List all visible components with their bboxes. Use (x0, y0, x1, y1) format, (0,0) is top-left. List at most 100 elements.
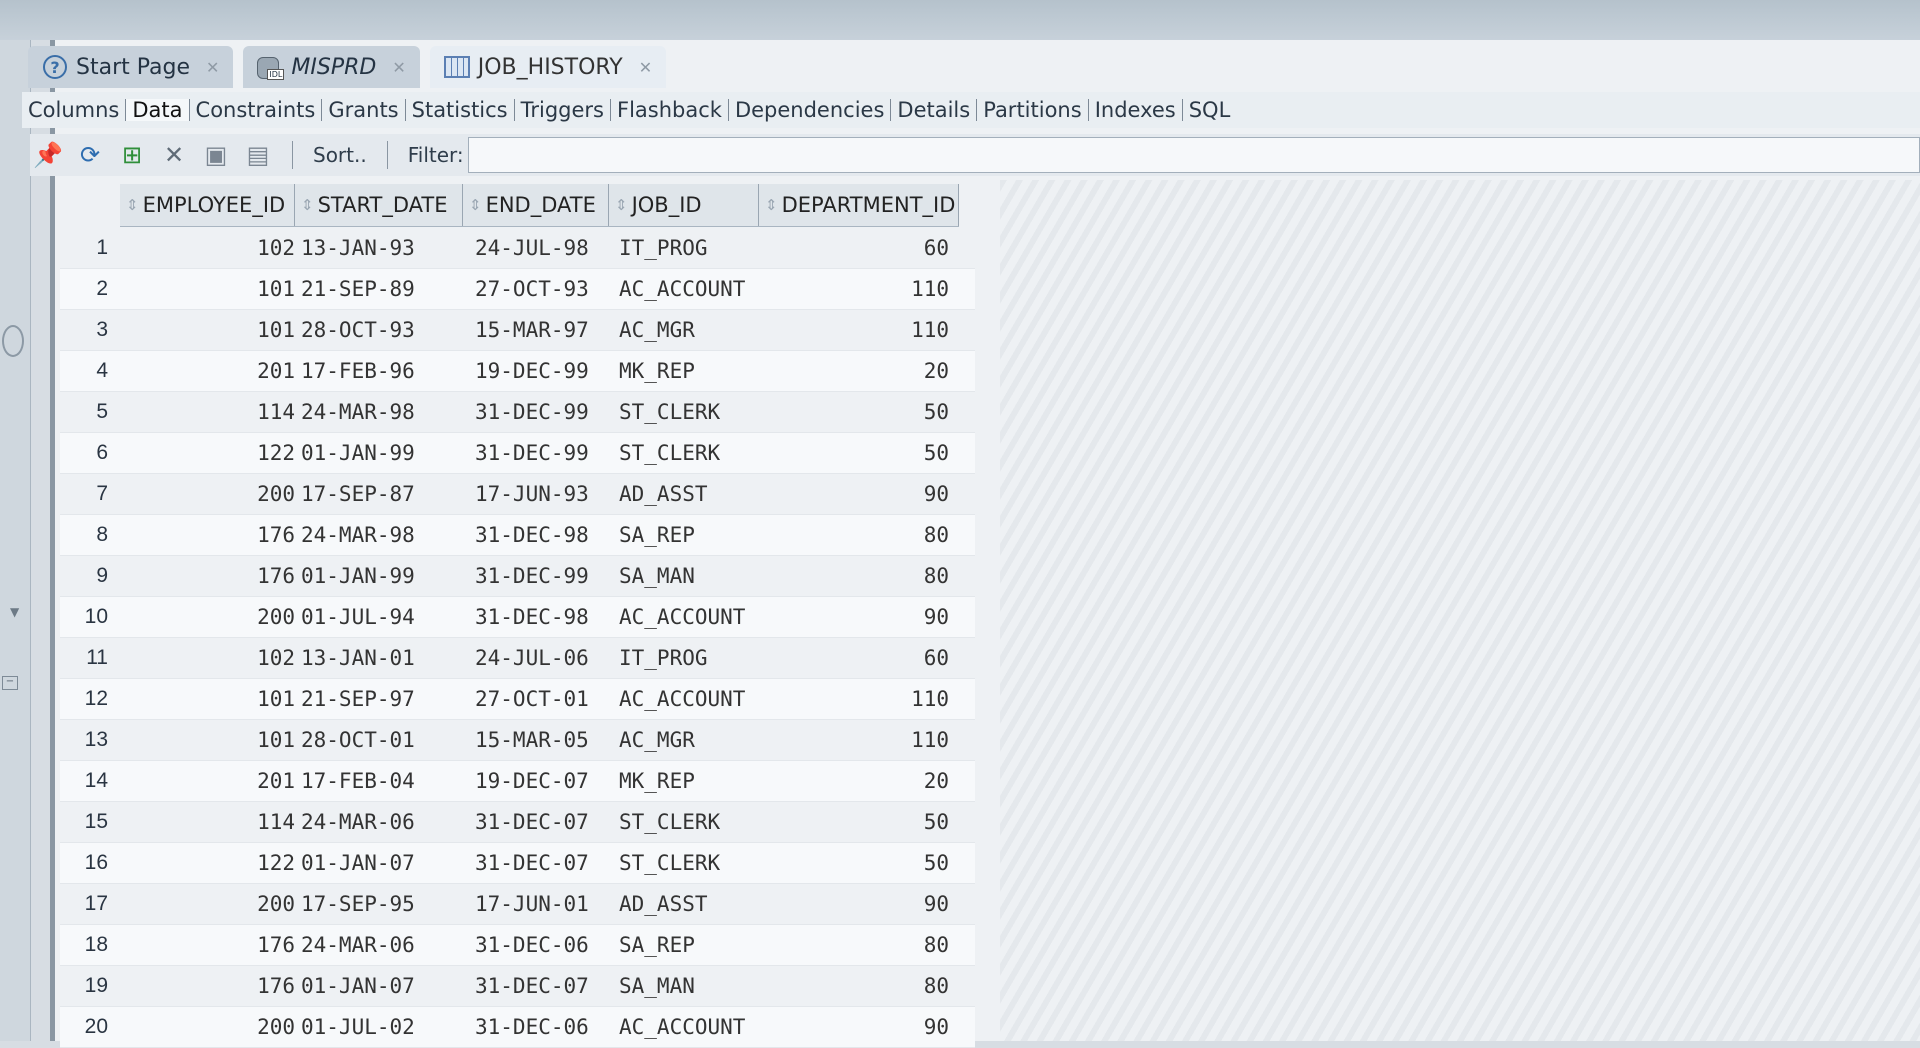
cell-employee-id[interactable]: 176 (120, 564, 295, 588)
cell-employee-id[interactable]: 201 (120, 769, 295, 793)
cell-department-id[interactable]: 80 (759, 564, 959, 588)
cell-employee-id[interactable]: 200 (120, 605, 295, 629)
cell-job-id[interactable]: AC_MGR (609, 728, 759, 752)
cell-job-id[interactable]: MK_REP (609, 359, 759, 383)
cell-end-date[interactable]: 19-DEC-99 (463, 359, 609, 383)
cell-employee-id[interactable]: 101 (120, 728, 295, 752)
table-row[interactable]: 16 122 01-JAN-07 31-DEC-07 ST_CLERK 50 (60, 843, 975, 884)
insert-row-icon[interactable]: ⊞ (114, 137, 150, 173)
cell-job-id[interactable]: SA_MAN (609, 974, 759, 998)
cell-employee-id[interactable]: 176 (120, 974, 295, 998)
subtab-data[interactable]: Data (126, 99, 190, 121)
cell-job-id[interactable]: AC_ACCOUNT (609, 687, 759, 711)
cell-end-date[interactable]: 27-OCT-01 (463, 687, 609, 711)
cell-job-id[interactable]: AD_ASST (609, 482, 759, 506)
cell-department-id[interactable]: 20 (759, 769, 959, 793)
cell-job-id[interactable]: SA_REP (609, 933, 759, 957)
cell-employee-id[interactable]: 200 (120, 482, 295, 506)
cell-department-id[interactable]: 90 (759, 1015, 959, 1039)
cell-start-date[interactable]: 17-SEP-95 (295, 892, 463, 916)
cell-end-date[interactable]: 31-DEC-99 (463, 564, 609, 588)
cell-end-date[interactable]: 24-JUL-98 (463, 236, 609, 260)
cell-job-id[interactable]: IT_PROG (609, 236, 759, 260)
cell-start-date[interactable]: 24-MAR-06 (295, 933, 463, 957)
splitter-handle[interactable] (2, 325, 24, 357)
cell-employee-id[interactable]: 101 (120, 687, 295, 711)
cell-end-date[interactable]: 17-JUN-93 (463, 482, 609, 506)
cell-end-date[interactable]: 24-JUL-06 (463, 646, 609, 670)
cell-employee-id[interactable]: 122 (120, 441, 295, 465)
cell-start-date[interactable]: 13-JAN-01 (295, 646, 463, 670)
cell-department-id[interactable]: 90 (759, 482, 959, 506)
cell-job-id[interactable]: ST_CLERK (609, 851, 759, 875)
table-row[interactable]: 12 101 21-SEP-97 27-OCT-01 AC_ACCOUNT 110 (60, 679, 975, 720)
cell-job-id[interactable]: ST_CLERK (609, 441, 759, 465)
cell-start-date[interactable]: 28-OCT-01 (295, 728, 463, 752)
cell-employee-id[interactable]: 114 (120, 400, 295, 424)
table-row[interactable]: 14 201 17-FEB-04 19-DEC-07 MK_REP 20 (60, 761, 975, 802)
cell-job-id[interactable]: MK_REP (609, 769, 759, 793)
cell-start-date[interactable]: 01-JUL-94 (295, 605, 463, 629)
cell-job-id[interactable]: ST_CLERK (609, 400, 759, 424)
cell-start-date[interactable]: 01-JAN-07 (295, 974, 463, 998)
cell-start-date[interactable]: 21-SEP-97 (295, 687, 463, 711)
subtab-triggers[interactable]: Triggers (515, 99, 611, 121)
subtab-details[interactable]: Details (891, 99, 978, 121)
tab-start-page[interactable]: ? Start Page ✕ (28, 46, 234, 88)
cell-department-id[interactable]: 90 (759, 605, 959, 629)
cell-start-date[interactable]: 13-JAN-93 (295, 236, 463, 260)
cell-start-date[interactable]: 17-FEB-96 (295, 359, 463, 383)
cell-job-id[interactable]: AC_ACCOUNT (609, 1015, 759, 1039)
cell-end-date[interactable]: 31-DEC-98 (463, 523, 609, 547)
cell-end-date[interactable]: 15-MAR-97 (463, 318, 609, 342)
cell-job-id[interactable]: AC_ACCOUNT (609, 277, 759, 301)
table-row[interactable]: 13 101 28-OCT-01 15-MAR-05 AC_MGR 110 (60, 720, 975, 761)
subtab-columns[interactable]: Columns (22, 99, 127, 121)
table-row[interactable]: 17 200 17-SEP-95 17-JUN-01 AD_ASST 90 (60, 884, 975, 925)
table-row[interactable]: 5 114 24-MAR-98 31-DEC-99 ST_CLERK 50 (60, 392, 975, 433)
column-header-job-id[interactable]: ⇕ JOB_ID (609, 184, 759, 226)
commit-icon[interactable]: ▣ (198, 137, 234, 173)
cell-department-id[interactable]: 110 (759, 728, 959, 752)
cell-start-date[interactable]: 01-JAN-99 (295, 564, 463, 588)
cell-department-id[interactable]: 110 (759, 687, 959, 711)
subtab-partitions[interactable]: Partitions (977, 99, 1089, 121)
table-row[interactable]: 20 200 01-JUL-02 31-DEC-06 AC_ACCOUNT 90 (60, 1007, 975, 1048)
cell-job-id[interactable]: SA_MAN (609, 564, 759, 588)
column-header-employee-id[interactable]: ⇕ EMPLOYEE_ID (120, 184, 295, 226)
cell-job-id[interactable]: AC_MGR (609, 318, 759, 342)
column-header-department-id[interactable]: ⇕ DEPARTMENT_ID (759, 184, 959, 226)
cell-end-date[interactable]: 31-DEC-07 (463, 974, 609, 998)
cell-department-id[interactable]: 20 (759, 359, 959, 383)
table-row[interactable]: 7 200 17-SEP-87 17-JUN-93 AD_ASST 90 (60, 474, 975, 515)
cell-department-id[interactable]: 50 (759, 810, 959, 834)
collapse-arrow-icon[interactable]: ▼ (10, 605, 19, 619)
cell-employee-id[interactable]: 176 (120, 933, 295, 957)
close-icon[interactable]: ✕ (392, 58, 405, 77)
cell-start-date[interactable]: 01-JUL-02 (295, 1015, 463, 1039)
cell-job-id[interactable]: ST_CLERK (609, 810, 759, 834)
subtab-indexes[interactable]: Indexes (1089, 99, 1183, 121)
cell-employee-id[interactable]: 102 (120, 236, 295, 260)
cell-department-id[interactable]: 80 (759, 523, 959, 547)
cell-start-date[interactable]: 24-MAR-98 (295, 400, 463, 424)
pin-icon[interactable]: 📌 (30, 137, 66, 173)
table-row[interactable]: 8 176 24-MAR-98 31-DEC-98 SA_REP 80 (60, 515, 975, 556)
cell-employee-id[interactable]: 176 (120, 523, 295, 547)
filter-input[interactable] (467, 137, 1920, 173)
table-row[interactable]: 9 176 01-JAN-99 31-DEC-99 SA_MAN 80 (60, 556, 975, 597)
cell-department-id[interactable]: 110 (759, 318, 959, 342)
cell-employee-id[interactable]: 200 (120, 1015, 295, 1039)
cell-employee-id[interactable]: 101 (120, 277, 295, 301)
cell-start-date[interactable]: 17-SEP-87 (295, 482, 463, 506)
subtab-statistics[interactable]: Statistics (406, 99, 515, 121)
column-header-start-date[interactable]: ⇕ START_DATE (295, 184, 463, 226)
cell-end-date[interactable]: 31-DEC-07 (463, 810, 609, 834)
cell-department-id[interactable]: 80 (759, 974, 959, 998)
cell-start-date[interactable]: 01-JAN-99 (295, 441, 463, 465)
cell-department-id[interactable]: 110 (759, 277, 959, 301)
cell-end-date[interactable]: 15-MAR-05 (463, 728, 609, 752)
table-row[interactable]: 10 200 01-JUL-94 31-DEC-98 AC_ACCOUNT 90 (60, 597, 975, 638)
cell-start-date[interactable]: 17-FEB-04 (295, 769, 463, 793)
subtab-flashback[interactable]: Flashback (611, 99, 729, 121)
